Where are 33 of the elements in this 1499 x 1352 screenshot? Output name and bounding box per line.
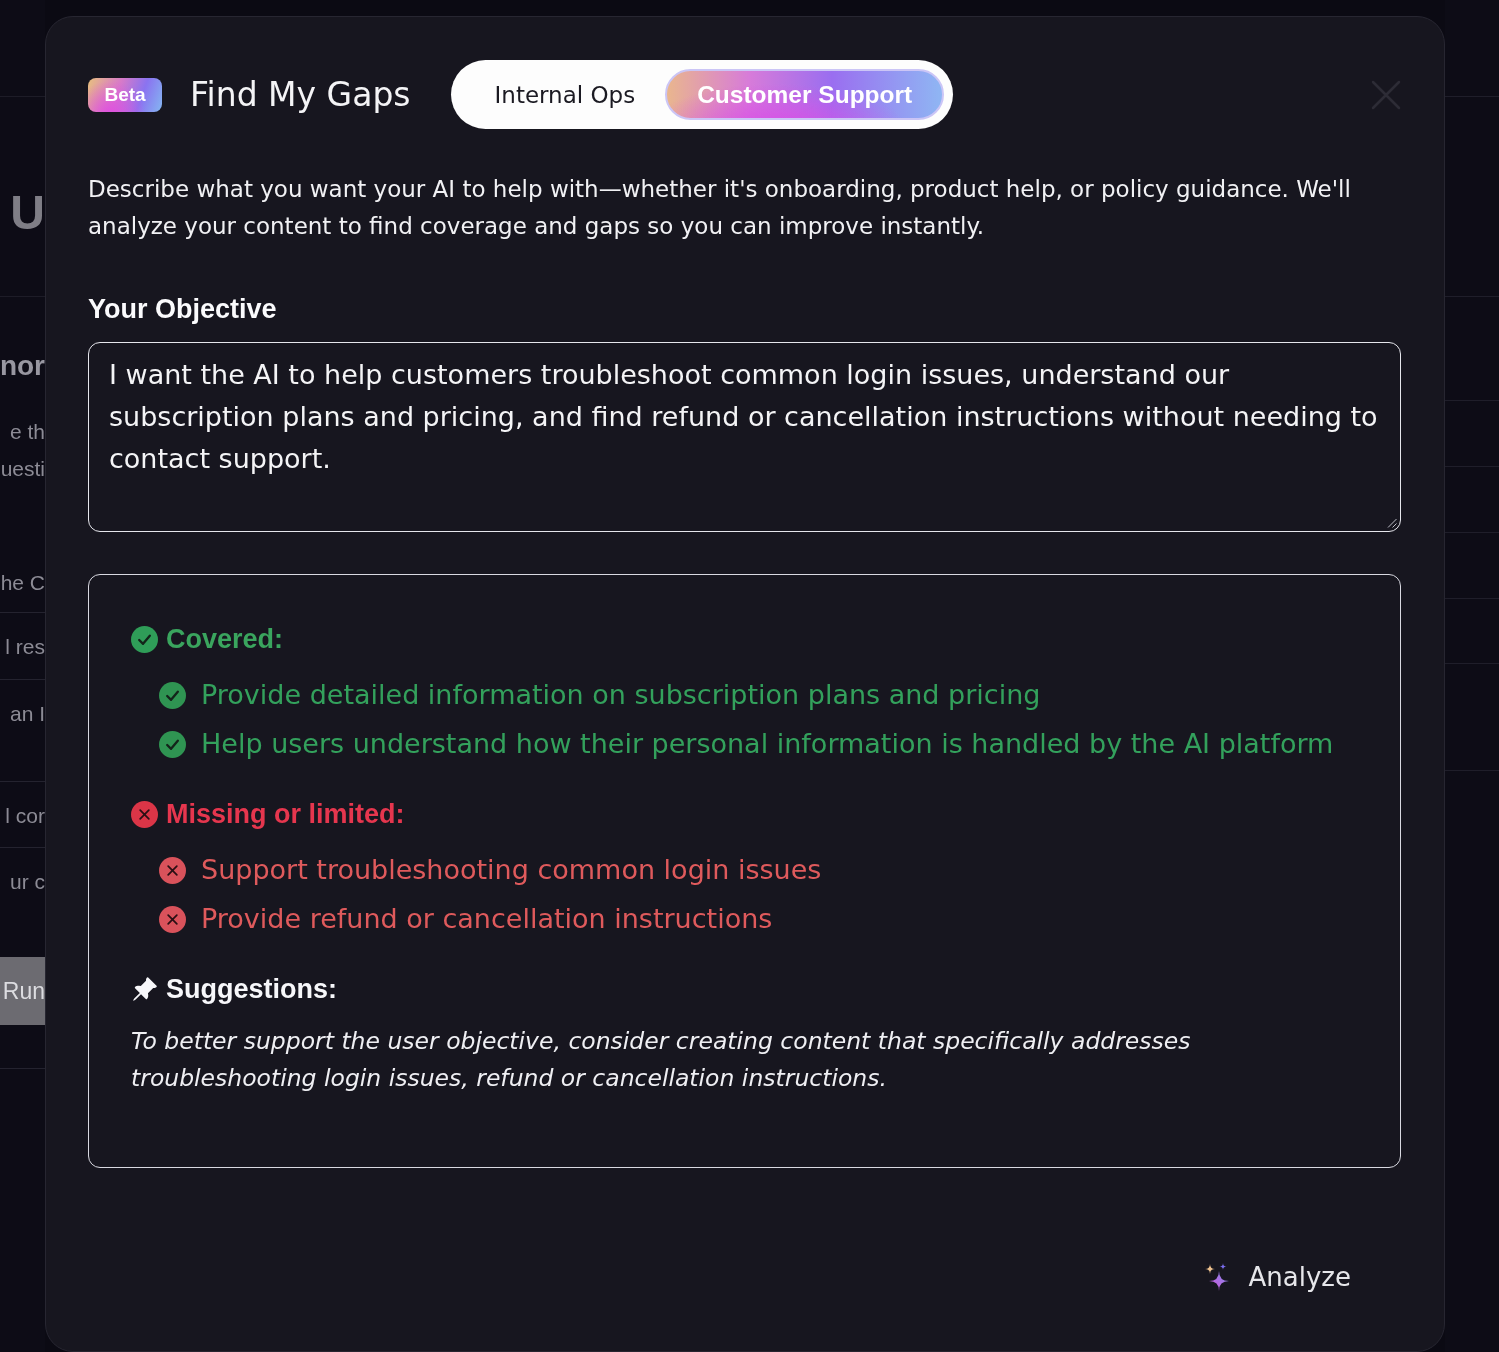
check-circle-icon <box>159 681 186 709</box>
result-heading: Suggestions: <box>166 973 337 1006</box>
run-button[interactable]: Run <box>0 957 45 1025</box>
page-text-fragment: ur c <box>10 869 45 895</box>
page-text-fragment: l res <box>5 634 45 660</box>
analyze-button[interactable]: Analyze <box>1190 1250 1365 1304</box>
result-heading: Missing or limited: <box>166 798 405 831</box>
suggestion-text: To better support the user objective, consider creating content that specifically addresses troubleshooting login issues, refund or cancellation instructions. <box>131 1026 1192 1094</box>
x-circle-icon <box>159 856 186 884</box>
page-heading-fragment: nor <box>0 349 45 383</box>
page-text-fragment: e th <box>9 419 45 445</box>
mode-tab[interactable]: Internal Ops <box>459 69 666 120</box>
page-text-fragment: he C <box>0 570 45 596</box>
resize-handle-icon[interactable] <box>1387 518 1397 528</box>
objective-label: Your Objective <box>88 293 278 326</box>
page-text-fragment: an I <box>9 701 45 727</box>
result-item: Support troubleshooting common login issues <box>201 853 822 887</box>
objective-text-area[interactable]: I want the AI to help customers troubleshoot common login issues, understand our subscription plans and pricing, and find refund or cancellation instructions without needing to contact support. <box>88 342 1401 532</box>
x-circle-icon <box>159 905 186 933</box>
check-circle-icon <box>131 625 158 653</box>
page-text-fragment: uesti <box>0 456 45 482</box>
dialog-description: Describe what you want your AI to help with—whether it's onboarding, product help, or policy guidance. We'll analyze your content to find coverage and gaps so you can improve instantly. <box>88 175 1352 241</box>
result-item: Provide refund or cancellation instructions <box>201 902 773 936</box>
pin-icon <box>131 975 158 1003</box>
x-circle-icon <box>131 800 158 828</box>
dialog-title: Find My Gaps <box>190 73 411 116</box>
result-item: Help users understand how their personal information is handled by the AI platform <box>201 727 1334 761</box>
page-heading-fragment: U <box>10 184 45 241</box>
page-text-fragment: l cor <box>5 803 45 829</box>
result-heading: Covered: <box>166 623 284 656</box>
check-circle-icon <box>159 730 186 758</box>
result-item: Provide detailed information on subscription plans and pricing <box>201 678 1041 712</box>
beta-badge: Beta <box>88 77 162 112</box>
